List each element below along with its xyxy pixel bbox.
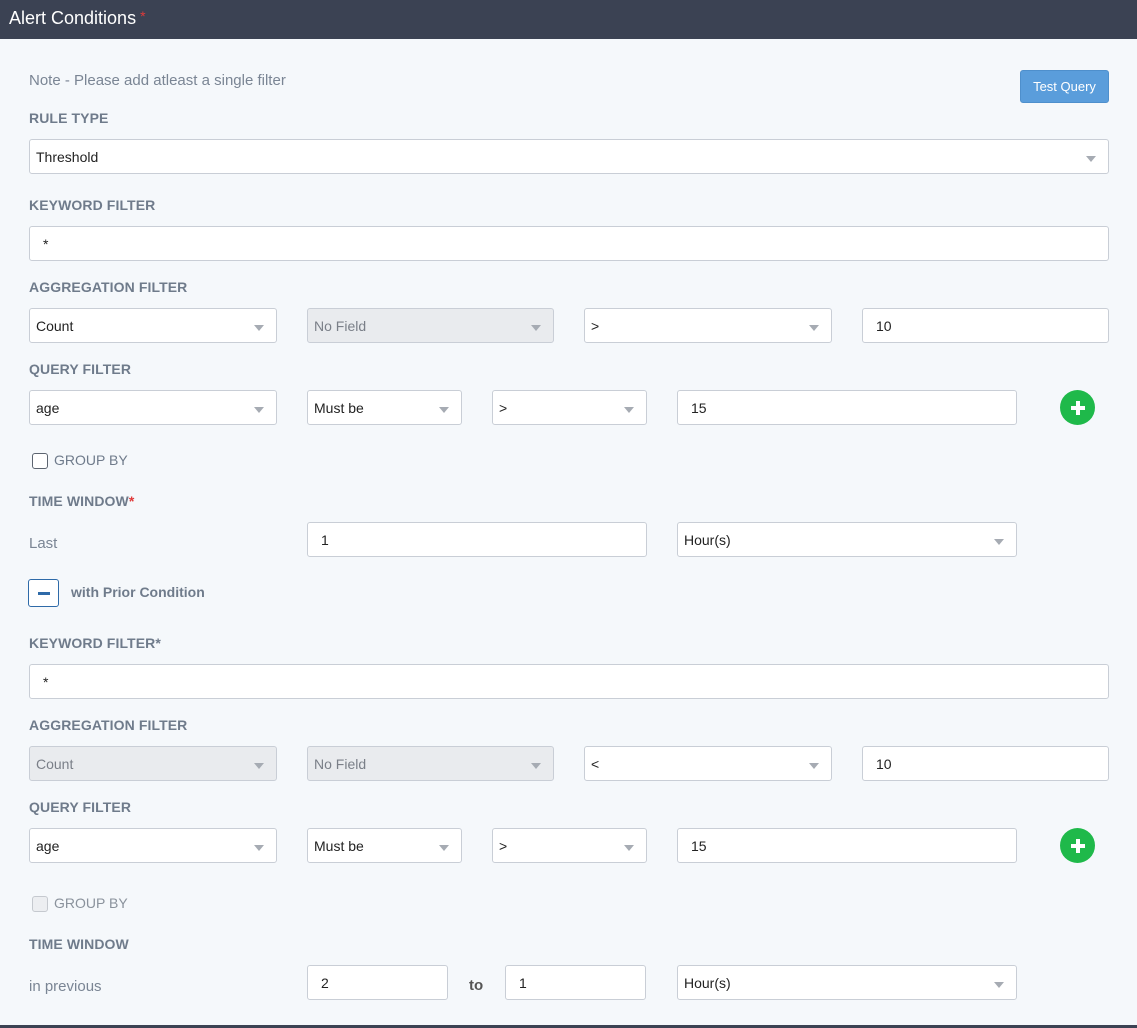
keyword-filter-input[interactable]: * xyxy=(29,226,1109,261)
prior-time-window-unit-value: Hour(s) xyxy=(684,974,731,991)
prior-query-operator-value: > xyxy=(499,837,508,854)
time-window-unit-value: Hour(s) xyxy=(684,531,731,548)
chevron-down-icon xyxy=(809,324,819,331)
time-window-label: TIME WINDOW* xyxy=(29,493,134,509)
prior-query-condition-select[interactable]: Must be xyxy=(307,828,462,863)
query-operator-select[interactable]: > xyxy=(492,390,647,425)
query-filter-label: QUERY FILTER xyxy=(29,361,132,377)
prior-aggregation-operator-select[interactable]: < xyxy=(584,746,832,781)
query-condition-select[interactable]: Must be xyxy=(307,390,462,425)
required-mark: * xyxy=(128,493,135,509)
chevron-down-icon xyxy=(994,981,1004,988)
aggregation-operator-value: > xyxy=(591,317,600,334)
prior-group-by-label: GROUP BY xyxy=(54,895,128,911)
prior-time-window-from-input[interactable]: 2 xyxy=(307,965,448,1000)
prior-time-window-to-value: 1 xyxy=(519,974,527,991)
rule-type-select[interactable]: Threshold xyxy=(29,139,1109,174)
add-prior-query-filter-button[interactable] xyxy=(1060,828,1095,863)
prior-aggregation-function-value: Count xyxy=(36,755,74,772)
aggregation-value-input[interactable]: 10 xyxy=(862,308,1109,343)
query-condition-value: Must be xyxy=(314,399,364,416)
aggregation-function-value: Count xyxy=(36,317,74,334)
time-window-value-text: 1 xyxy=(321,531,329,548)
time-window-label-text: TIME WINDOW xyxy=(29,493,129,509)
prior-query-condition-value: Must be xyxy=(314,837,364,854)
chevron-down-icon xyxy=(531,324,541,331)
prior-condition-label: with Prior Condition xyxy=(71,584,205,600)
collapse-prior-condition-button[interactable] xyxy=(28,579,59,607)
group-by-label: GROUP BY xyxy=(54,452,128,468)
required-mark: * xyxy=(155,635,161,651)
prior-time-window-from-value: 2 xyxy=(321,974,329,991)
prior-query-value-input[interactable]: 15 xyxy=(677,828,1017,863)
chevron-down-icon xyxy=(439,844,449,851)
prior-aggregation-value-text: 10 xyxy=(876,755,892,772)
aggregation-function-select[interactable]: Count xyxy=(29,308,277,343)
add-query-filter-button[interactable] xyxy=(1060,390,1095,425)
query-value-input[interactable]: 15 xyxy=(677,390,1017,425)
prior-keyword-filter-label: KEYWORD FILTER* xyxy=(29,635,161,651)
panel-title: Alert Conditions * xyxy=(9,8,146,29)
time-window-unit-select[interactable]: Hour(s) xyxy=(677,522,1017,557)
required-mark: * xyxy=(140,8,146,24)
prior-aggregation-field-value: No Field xyxy=(314,755,367,772)
minus-icon xyxy=(37,591,50,595)
time-window-value-input[interactable]: 1 xyxy=(307,522,647,557)
plus-icon xyxy=(1070,400,1085,415)
time-window-prefix: Last xyxy=(29,535,58,552)
chevron-down-icon xyxy=(254,406,264,413)
query-value-text: 15 xyxy=(691,399,707,416)
chevron-down-icon xyxy=(994,538,1004,545)
prior-time-window-label: TIME WINDOW xyxy=(29,936,129,952)
prior-aggregation-field-select: No Field xyxy=(307,746,554,781)
prior-query-operator-select[interactable]: > xyxy=(492,828,647,863)
prior-group-by-checkbox xyxy=(32,896,48,912)
chevron-down-icon xyxy=(809,762,819,769)
prior-query-field-value: age xyxy=(36,837,60,854)
to-label: to xyxy=(469,977,484,994)
chevron-down-icon xyxy=(254,324,264,331)
prior-query-field-select[interactable]: age xyxy=(29,828,277,863)
rule-type-label: RULE TYPE xyxy=(29,110,109,126)
aggregation-field-select: No Field xyxy=(307,308,554,343)
prior-query-filter-label: QUERY FILTER xyxy=(29,799,132,815)
aggregation-filter-label: AGGREGATION FILTER xyxy=(29,279,188,295)
chevron-down-icon xyxy=(254,762,264,769)
prior-aggregation-value-input[interactable]: 10 xyxy=(862,746,1109,781)
chevron-down-icon xyxy=(531,762,541,769)
group-by-checkbox[interactable] xyxy=(32,453,48,469)
keyword-filter-label: KEYWORD FILTER xyxy=(29,197,156,213)
aggregation-value-text: 10 xyxy=(876,317,892,334)
prior-aggregation-filter-label: AGGREGATION FILTER xyxy=(29,717,188,733)
rule-type-value: Threshold xyxy=(36,148,99,165)
query-field-select[interactable]: age xyxy=(29,390,277,425)
aggregation-operator-select[interactable]: > xyxy=(584,308,832,343)
prior-query-value-text: 15 xyxy=(691,837,707,854)
note-text: Note - Please add atleast a single filte… xyxy=(29,72,286,89)
prior-time-window-unit-select[interactable]: Hour(s) xyxy=(677,965,1017,1000)
prior-time-window-to-input[interactable]: 1 xyxy=(505,965,646,1000)
chevron-down-icon xyxy=(624,844,634,851)
prior-aggregation-operator-value: < xyxy=(591,755,600,772)
prior-keyword-filter-value: * xyxy=(43,673,49,690)
prior-keyword-filter-input[interactable]: * xyxy=(29,664,1109,699)
keyword-filter-value: * xyxy=(43,235,49,252)
plus-icon xyxy=(1070,838,1085,853)
chevron-down-icon xyxy=(624,406,634,413)
prior-keyword-filter-label-text: KEYWORD FILTER xyxy=(29,635,156,651)
query-operator-value: > xyxy=(499,399,508,416)
chevron-down-icon xyxy=(1086,155,1096,162)
chevron-down-icon xyxy=(439,406,449,413)
prior-aggregation-function-select: Count xyxy=(29,746,277,781)
panel-title-text: Alert Conditions xyxy=(9,8,137,28)
prior-time-window-prefix: in previous xyxy=(29,978,102,995)
chevron-down-icon xyxy=(254,844,264,851)
test-query-button[interactable]: Test Query xyxy=(1020,70,1109,103)
panel-header: Alert Conditions * xyxy=(0,0,1137,39)
query-field-value: age xyxy=(36,399,60,416)
aggregation-field-value: No Field xyxy=(314,317,367,334)
